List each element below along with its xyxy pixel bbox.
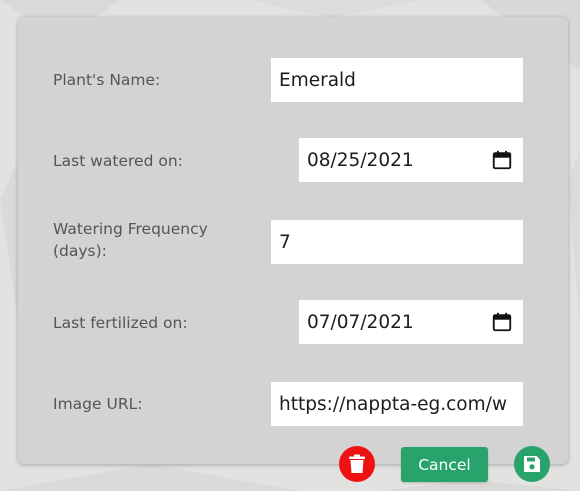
last-watered-date-input[interactable]: 08/25/2021 [299,138,523,182]
last-fertilized-label: Last fertilized on: [53,314,188,332]
save-button[interactable] [514,446,550,482]
trash-icon [349,454,365,473]
last-fertilized-date-input[interactable]: 07/07/2021 [299,300,523,344]
plant-name-input[interactable]: Emerald [271,58,523,102]
watering-frequency-value: 7 [279,231,291,253]
last-fertilized-value: 07/07/2021 [307,311,414,333]
image-url-value: https://nappta-eg.com/w [279,393,508,415]
watering-frequency-label: Watering Frequency (days): [53,220,208,260]
cancel-button[interactable]: Cancel [401,447,488,482]
last-watered-value: 08/25/2021 [307,149,414,171]
plant-edit-card: Plant's Name: Emerald Last watered on: 0… [18,17,568,464]
watering-frequency-input[interactable]: 7 [271,220,523,264]
floppy-disk-icon [524,456,540,472]
image-url-input[interactable]: https://nappta-eg.com/w [271,382,523,426]
cancel-button-label: Cancel [418,455,471,474]
plant-name-value: Emerald [279,69,356,91]
calendar-icon[interactable] [491,149,513,171]
image-url-label: Image URL: [53,395,143,413]
calendar-icon[interactable] [491,311,513,333]
delete-button[interactable] [339,446,375,482]
last-watered-label: Last watered on: [53,152,183,170]
plant-name-label: Plant's Name: [53,71,161,89]
